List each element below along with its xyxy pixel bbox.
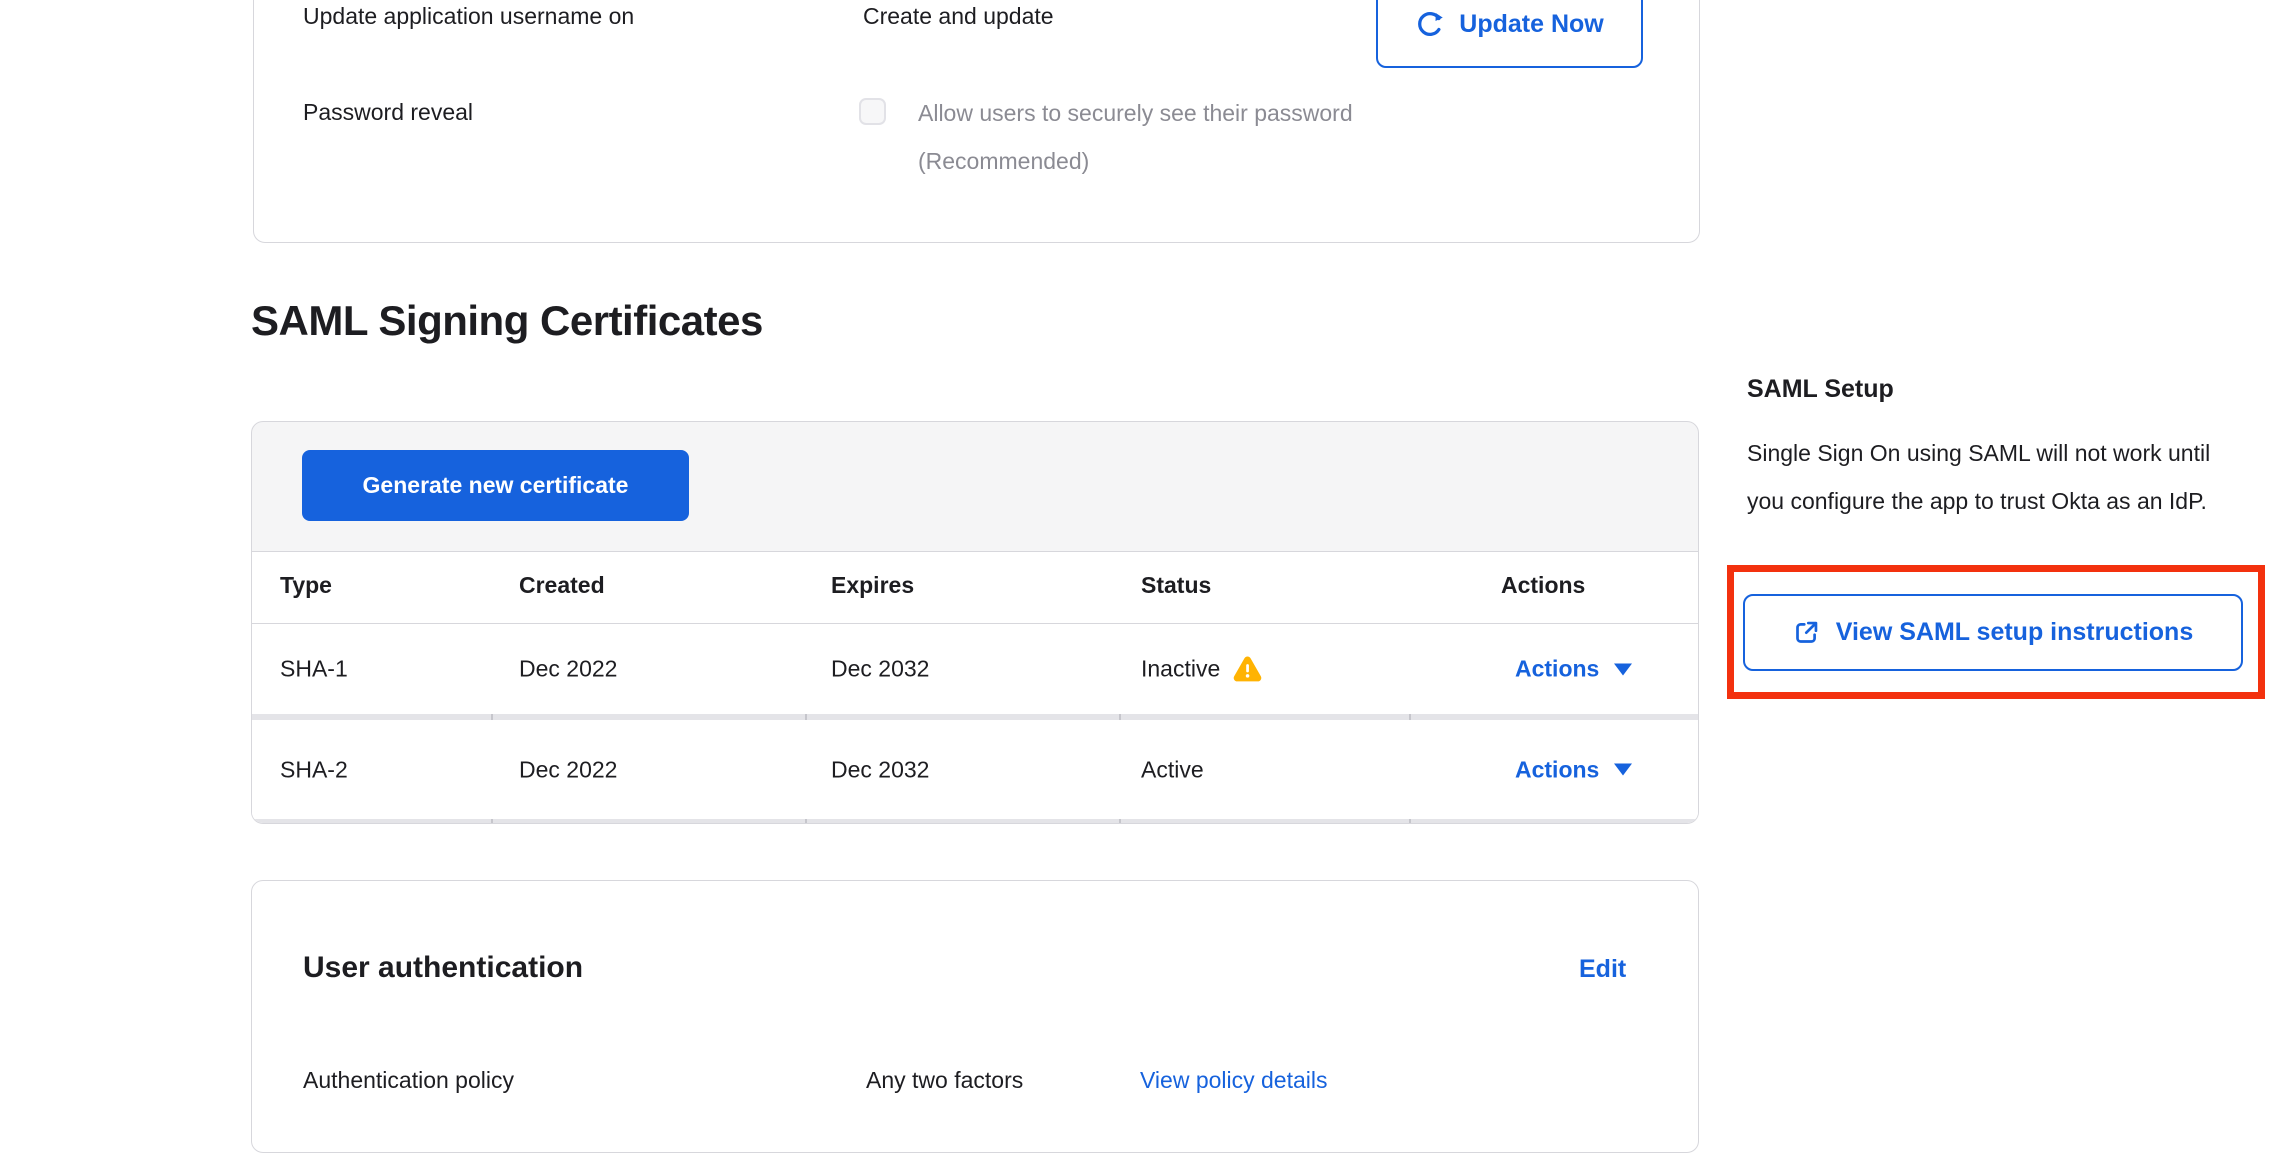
cell-expires: Dec 2032 — [831, 756, 929, 783]
cell-created: Dec 2022 — [519, 656, 617, 683]
authentication-policy-label: Authentication policy — [303, 1067, 514, 1094]
actions-dropdown[interactable]: Actions — [1515, 656, 1632, 683]
actions-dropdown[interactable]: Actions — [1515, 756, 1632, 783]
password-reveal-checkbox-note: (Recommended) — [918, 144, 1089, 178]
chevron-down-icon — [1614, 764, 1632, 776]
generate-new-certificate-label: Generate new certificate — [363, 472, 629, 499]
status-text: Active — [1141, 756, 1204, 783]
chevron-down-icon — [1614, 663, 1632, 675]
table-bottom-border — [252, 819, 1698, 824]
cell-expires: Dec 2032 — [831, 656, 929, 683]
generate-new-certificate-button[interactable]: Generate new certificate — [302, 450, 689, 521]
column-header-actions: Actions — [1501, 572, 1585, 599]
cell-type: SHA-2 — [280, 756, 348, 783]
table-row-sha2: SHA-2 Dec 2022 Dec 2032 Active Actions — [252, 720, 1698, 819]
status-text: Inactive — [1141, 656, 1220, 683]
actions-label: Actions — [1515, 656, 1599, 683]
warning-triangle-icon — [1233, 656, 1262, 682]
username-update-value: Create and update — [863, 0, 1054, 33]
column-header-created: Created — [519, 572, 605, 599]
edit-link[interactable]: Edit — [1579, 955, 1626, 984]
view-saml-setup-instructions-label: View SAML setup instructions — [1836, 618, 2193, 647]
page-title: SAML Signing Certificates — [251, 297, 763, 345]
username-update-label: Update application username on — [303, 0, 634, 33]
cell-created: Dec 2022 — [519, 756, 617, 783]
cell-status: Inactive — [1141, 656, 1262, 683]
column-header-type: Type — [280, 572, 332, 599]
cell-type: SHA-1 — [280, 656, 348, 683]
update-now-button[interactable]: Update Now — [1376, 0, 1643, 68]
password-reveal-checkbox[interactable] — [859, 98, 886, 125]
certificates-table: Type Created Expires Status Actions SHA-… — [252, 551, 1698, 823]
view-policy-details-link[interactable]: View policy details — [1140, 1067, 1328, 1094]
app-settings-panel: Update application username on Create an… — [253, 0, 1700, 243]
cell-status: Active — [1141, 756, 1204, 783]
user-authentication-panel: User authentication Edit Authentication … — [251, 880, 1699, 1153]
saml-setup-title: SAML Setup — [1747, 375, 1894, 404]
certificates-panel: Generate new certificate Type Created Ex… — [251, 421, 1699, 824]
password-reveal-label: Password reveal — [303, 95, 473, 129]
authentication-policy-value: Any two factors — [866, 1067, 1023, 1094]
saml-setup-description: Single Sign On using SAML will not work … — [1747, 429, 2215, 525]
user-authentication-title: User authentication — [303, 951, 583, 985]
column-header-expires: Expires — [831, 572, 914, 599]
certificates-table-header: Type Created Expires Status Actions — [252, 552, 1698, 624]
password-reveal-checkbox-label: Allow users to securely see their passwo… — [918, 96, 1353, 130]
actions-label: Actions — [1515, 756, 1599, 783]
table-row-sha1: SHA-1 Dec 2022 Dec 2032 Inactive Actions — [252, 624, 1698, 714]
external-link-icon — [1793, 619, 1820, 646]
update-now-label: Update Now — [1459, 10, 1603, 39]
refresh-icon — [1415, 9, 1445, 39]
column-header-status: Status — [1141, 572, 1211, 599]
view-saml-setup-instructions-button[interactable]: View SAML setup instructions — [1743, 594, 2243, 671]
